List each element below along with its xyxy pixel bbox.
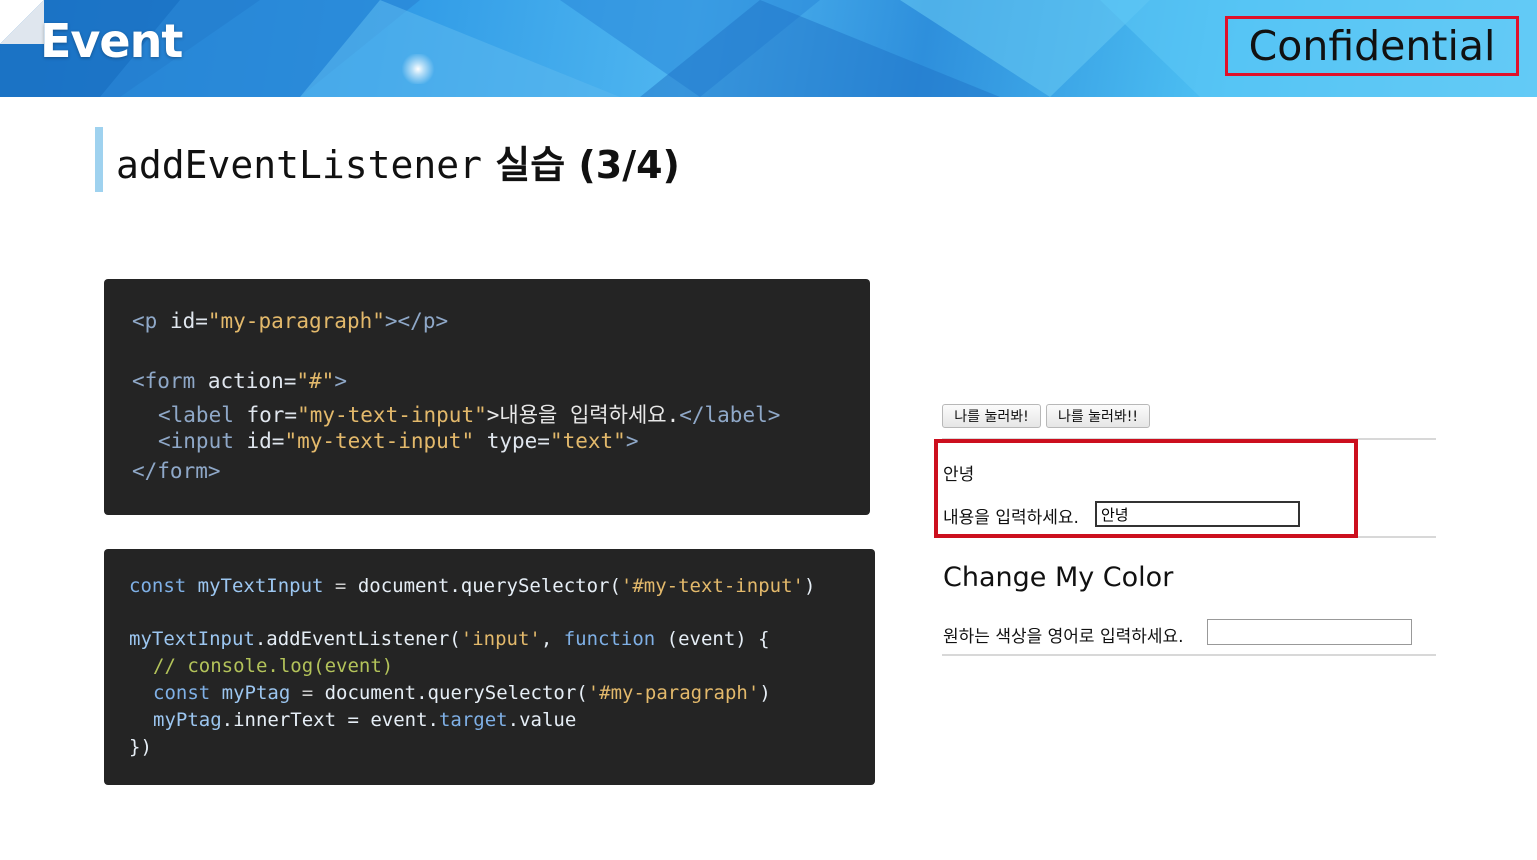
code-token: "#" xyxy=(296,369,335,393)
code-token: myTextInput xyxy=(186,575,324,597)
code-token: document.querySelector( xyxy=(357,575,621,597)
click-me-button[interactable]: 나를 눌러봐! xyxy=(942,404,1041,428)
color-input[interactable] xyxy=(1207,619,1412,645)
confidential-badge: Confidential xyxy=(1225,16,1519,76)
code-token: myPtag xyxy=(210,682,291,704)
code-token: <input xyxy=(158,429,234,453)
code-token: action= xyxy=(195,369,297,393)
divider xyxy=(1358,536,1436,538)
light-flare xyxy=(400,54,436,84)
code-token: <form xyxy=(132,369,196,393)
code-token: > xyxy=(334,369,347,393)
code-token: <p xyxy=(132,309,158,333)
code-token: function xyxy=(563,628,656,650)
code-token: '#my-paragraph' xyxy=(587,682,760,704)
code-token: type= xyxy=(474,429,550,453)
click-me-button-2[interactable]: 나를 눌러봐!! xyxy=(1046,404,1150,428)
code-token: 'input' xyxy=(460,628,541,650)
code-token: .value xyxy=(507,709,577,731)
code-token: = xyxy=(290,682,325,704)
code-token: }) xyxy=(129,736,152,758)
code-line: <p id="my-paragraph"></p> xyxy=(132,309,448,333)
code-token: id= xyxy=(233,429,285,453)
code-line: <label for="my-text-input">내용을 입력하세요.</l… xyxy=(158,399,780,429)
html-code-block: <p id="my-paragraph"></p> <form action="… xyxy=(104,279,870,515)
color-input-label: 원하는 색상을 영어로 입력하세요. xyxy=(943,627,1184,647)
code-token: = xyxy=(323,575,358,597)
code-token: .innerText = event. xyxy=(221,709,439,731)
code-line: </form> xyxy=(132,459,221,483)
code-line: <form action="#"> xyxy=(132,369,347,393)
code-line: myTextInput.addEventListener('input', fu… xyxy=(129,628,770,650)
code-token: "text" xyxy=(549,429,626,453)
code-token: const xyxy=(129,575,187,597)
code-token: ) xyxy=(759,682,771,704)
page-curl-icon xyxy=(0,0,44,44)
code-token: </form> xyxy=(132,459,221,483)
code-token: target xyxy=(438,709,508,731)
code-token: >내용을 입력하세요. xyxy=(486,403,680,427)
code-token: ) xyxy=(803,575,816,597)
highlight-box xyxy=(934,439,1358,538)
code-token: "my-paragraph" xyxy=(207,309,385,333)
code-token: myTextInput xyxy=(129,628,255,650)
code-token: ></p> xyxy=(384,309,449,333)
code-token: "my-text-input" xyxy=(284,429,475,453)
code-line: myPtag.innerText = event.target.value xyxy=(153,709,576,731)
code-token: // console.log(event) xyxy=(153,655,394,677)
code-line: <input id="my-text-input" type="text"> xyxy=(158,429,638,453)
js-code-block: const myTextInput = document.querySelect… xyxy=(104,549,875,785)
code-token: "my-text-input" xyxy=(297,403,487,427)
code-token: id= xyxy=(157,309,208,333)
code-line: // console.log(event) xyxy=(153,655,393,677)
title-accent-bar xyxy=(95,127,103,192)
code-token: document.querySelector( xyxy=(324,682,588,704)
code-token: <label xyxy=(158,403,234,427)
code-token: '#my-text-input' xyxy=(620,575,804,597)
code-token: const xyxy=(153,682,211,704)
slide-title-rest: 실습 (3/4) xyxy=(482,143,680,187)
divider xyxy=(942,654,1436,656)
slide-title-code: addEventListener xyxy=(116,143,483,187)
code-line: const myPtag = document.querySelector('#… xyxy=(153,682,771,704)
code-token: > xyxy=(625,429,639,453)
code-token: , xyxy=(540,628,564,650)
change-color-heading: Change My Color xyxy=(943,562,1174,593)
code-token: for= xyxy=(233,403,298,427)
code-line: }) xyxy=(129,736,152,758)
slide-title: addEventListener 실습 (3/4) xyxy=(116,134,680,189)
code-token: (event) { xyxy=(655,628,770,650)
code-token: </label> xyxy=(679,403,781,427)
code-token: myPtag xyxy=(153,709,222,731)
section-title: Event xyxy=(40,14,183,68)
code-line: const myTextInput = document.querySelect… xyxy=(129,575,815,597)
code-token: .addEventListener( xyxy=(254,628,461,650)
